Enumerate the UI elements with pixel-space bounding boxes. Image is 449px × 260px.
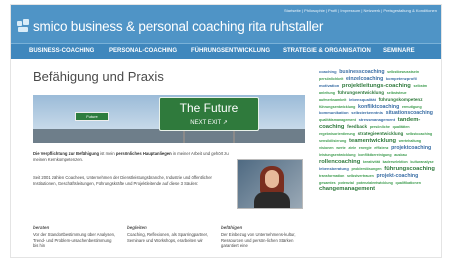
tag-link[interactable]: strategieentwicklung	[358, 131, 404, 136]
tag-link[interactable]: potenzialentwicklung	[357, 181, 393, 185]
tag-link[interactable]: persönlichkeit	[319, 77, 343, 81]
nav-strategie-organisation[interactable]: STRATEGIE & ORGANISATION	[283, 48, 371, 54]
tag-link[interactable]: motivation	[319, 83, 339, 88]
pillar-heading: befähigen	[221, 225, 243, 230]
small-road-sign: Future	[75, 112, 109, 121]
nav-fuehrungsentwicklung[interactable]: FÜHRUNGSENTWICKLUNG	[191, 48, 270, 54]
nav-business-coaching[interactable]: BUSINESS-COACHING	[29, 48, 94, 54]
tag-link[interactable]: werte	[336, 146, 345, 150]
tag-link[interactable]: kaderselektion	[383, 160, 408, 164]
tag-link[interactable]: potenzial	[338, 181, 354, 185]
tag-link[interactable]: selbstm	[414, 84, 428, 88]
big-sign-exit: NEXT EXIT ↗	[190, 120, 228, 126]
tag-link[interactable]: selbstvertrauen	[347, 174, 374, 178]
tag-link[interactable]: changemanagement	[319, 186, 375, 192]
tag-link[interactable]: konfliktcoaching	[358, 104, 399, 110]
tag-link[interactable]: lebensqualität	[349, 97, 376, 102]
site-header: Startseite | Philosophie | Profil | Impr…	[11, 5, 441, 43]
hero-image: Future The Future NEXT EXIT ↗	[33, 95, 305, 143]
tag-link[interactable]: selbstcoaching	[406, 132, 432, 136]
tag-link[interactable]: aufmerksamkeit	[319, 98, 346, 102]
pillar-beraten: beraten Vor der Standortbestimmung über …	[33, 225, 117, 249]
tag-link[interactable]: qualitätsmanagement	[319, 118, 356, 122]
tag-link[interactable]: kompetenzprofil	[386, 76, 417, 81]
intro-bold-1: Die Verpflichtung zur Befähigung	[33, 151, 100, 156]
tag-link[interactable]: führungsentwicklung	[338, 90, 384, 95]
tag-link[interactable]: kreativität	[363, 160, 380, 164]
main-content: Befähigung und Praxis Future The Future …	[11, 59, 441, 257]
tag-link[interactable]: ergebnisorientierung	[319, 132, 355, 136]
pillar-heading: begleiten	[127, 225, 147, 230]
tag-link[interactable]: projektcoaching	[391, 145, 431, 151]
tag-link[interactable]: führungscoaching	[384, 166, 435, 172]
big-sign-title: The Future	[179, 101, 239, 115]
tag-link[interactable]: anleitung	[319, 91, 335, 95]
nav-seminare[interactable]: SEMINARE	[383, 48, 415, 54]
tag-link[interactable]: qualitäten	[393, 125, 410, 129]
tag-link[interactable]: gesamtes	[319, 181, 336, 185]
logo-icon[interactable]	[17, 19, 29, 33]
tag-link[interactable]: problemlösungen	[351, 167, 381, 171]
pillar-heading: beraten	[33, 225, 50, 230]
tag-link[interactable]: kulturanalyse	[410, 160, 433, 164]
tag-link[interactable]: energie	[359, 146, 372, 150]
page-frame: Startseite | Philosophie | Profil | Impr…	[10, 4, 442, 258]
tag-link[interactable]: selbstbewusstsein	[387, 70, 419, 74]
site-title[interactable]: smico business & personal coaching rita …	[33, 19, 323, 34]
sign-pole-left	[183, 131, 185, 143]
tag-link[interactable]: ausbau	[394, 153, 407, 157]
tag-link[interactable]: businesscoaching	[339, 69, 384, 75]
tag-link[interactable]: qualifikationen	[396, 181, 421, 185]
tag-link[interactable]: ermutigung	[402, 105, 422, 109]
tag-link[interactable]: führungsentwicklung	[319, 105, 355, 109]
tag-link[interactable]: effizienz	[374, 146, 388, 150]
pillar-text: Vor der Standortbestimmung über Analysen…	[33, 232, 116, 249]
tag-link[interactable]: kommunikation	[319, 110, 349, 115]
tag-link[interactable]: transformation	[319, 174, 344, 178]
hero-road	[33, 129, 305, 143]
tag-link[interactable]: feedback	[347, 124, 367, 129]
top-navigation[interactable]: Startseite | Philosophie | Profil | Impr…	[284, 8, 437, 13]
tag-link[interactable]: sensibilisierung	[319, 139, 346, 143]
tag-link[interactable]: projekt-coaching	[376, 173, 418, 179]
page-title: Befähigung und Praxis	[33, 69, 164, 84]
intro-bold-2: persönliches Hauptanliegen	[115, 151, 172, 156]
tag-link[interactable]: coaching	[319, 69, 337, 74]
tag-link[interactable]: einzelcoaching	[346, 76, 383, 82]
tag-link[interactable]: lebensberatung	[319, 166, 349, 171]
pillar-befaehigen: befähigen Der Einbezug von Unternehmens-…	[221, 225, 305, 249]
portrait-photo	[237, 159, 303, 209]
tag-link[interactable]: rollencoaching	[319, 159, 360, 165]
tag-link[interactable]: führungskompetenz	[379, 97, 423, 102]
intro-text: Die Verpflichtung zur Befähigung ist mei…	[33, 151, 233, 162]
pillar-text: Coaching, Reflexionen, als Sparringpartn…	[127, 232, 209, 243]
pillar-text: Der Einbezug von Unternehmens-kultur, Re…	[221, 232, 296, 249]
tag-link[interactable]: selbststeue	[387, 91, 407, 95]
tag-link[interactable]: persönliche	[370, 125, 390, 129]
tag-link[interactable]: visionen	[319, 146, 334, 150]
tag-link[interactable]: teamentwicklung	[349, 138, 396, 144]
photo-face	[265, 170, 279, 188]
tag-cloud: coaching businesscoaching selbstbewussts…	[319, 69, 437, 193]
tag-link[interactable]: ziele	[348, 146, 356, 150]
tag-link[interactable]: konfliktbereinigung	[358, 153, 391, 157]
tag-link[interactable]: stressmanagement	[359, 117, 395, 122]
main-navigation: BUSINESS-COACHING PERSONAL-COACHING FÜHR…	[11, 43, 441, 59]
tag-link[interactable]: projektleitungs-coaching	[342, 83, 411, 89]
tag-link[interactable]: wertehaltung	[399, 139, 421, 143]
photo-body	[254, 192, 290, 208]
intro-mid: ist mein	[99, 151, 116, 156]
big-road-sign: The Future NEXT EXIT ↗	[159, 97, 259, 131]
tag-link[interactable]: selbsterkenntnis	[351, 110, 383, 115]
pillar-begleiten: begleiten Coaching, Reflexionen, als Spa…	[127, 225, 211, 243]
tag-link[interactable]: situationscoaching	[386, 110, 433, 116]
body-paragraph: Seit 2001 zählen Coachees, Unternehmen d…	[33, 175, 212, 186]
tag-link[interactable]: leistungsentwicklung	[319, 153, 356, 157]
sign-pole-right	[233, 131, 235, 143]
nav-personal-coaching[interactable]: PERSONAL-COACHING	[109, 48, 177, 54]
